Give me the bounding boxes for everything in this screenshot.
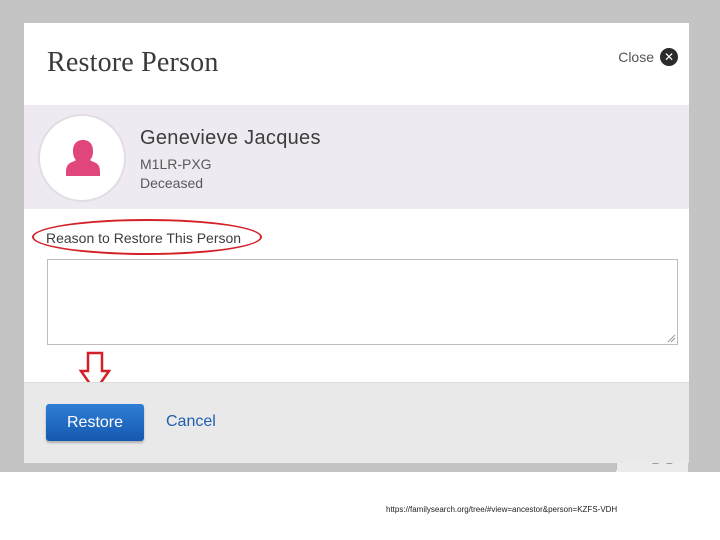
restore-button[interactable]: Restore [46,404,144,441]
highlight-ellipse [32,219,262,255]
close-icon[interactable]: ✕ [660,48,678,66]
close-label: Close [618,49,654,65]
source-url-caption: https://familysearch.org/tree/#view=ance… [386,505,618,514]
resize-grip-icon[interactable] [667,334,676,343]
dialog-title: Restore Person [47,47,219,78]
reason-textarea[interactable] [47,259,678,345]
female-person-icon [66,140,100,176]
restore-person-dialog: Restore Person Close ✕ Genevieve Jacques… [24,23,689,463]
person-name: Genevieve Jacques [140,127,321,149]
person-summary: Genevieve Jacques M1LR-PXG Deceased [24,105,689,209]
close-button[interactable]: Close ✕ [618,48,678,66]
person-id: M1LR-PXG [140,156,212,172]
avatar [38,114,126,202]
dialog-header: Restore Person Close ✕ [24,23,689,105]
person-status: Deceased [140,175,204,191]
cancel-link[interactable]: Cancel [166,413,216,431]
dialog-footer: Restore Cancel [24,382,689,463]
